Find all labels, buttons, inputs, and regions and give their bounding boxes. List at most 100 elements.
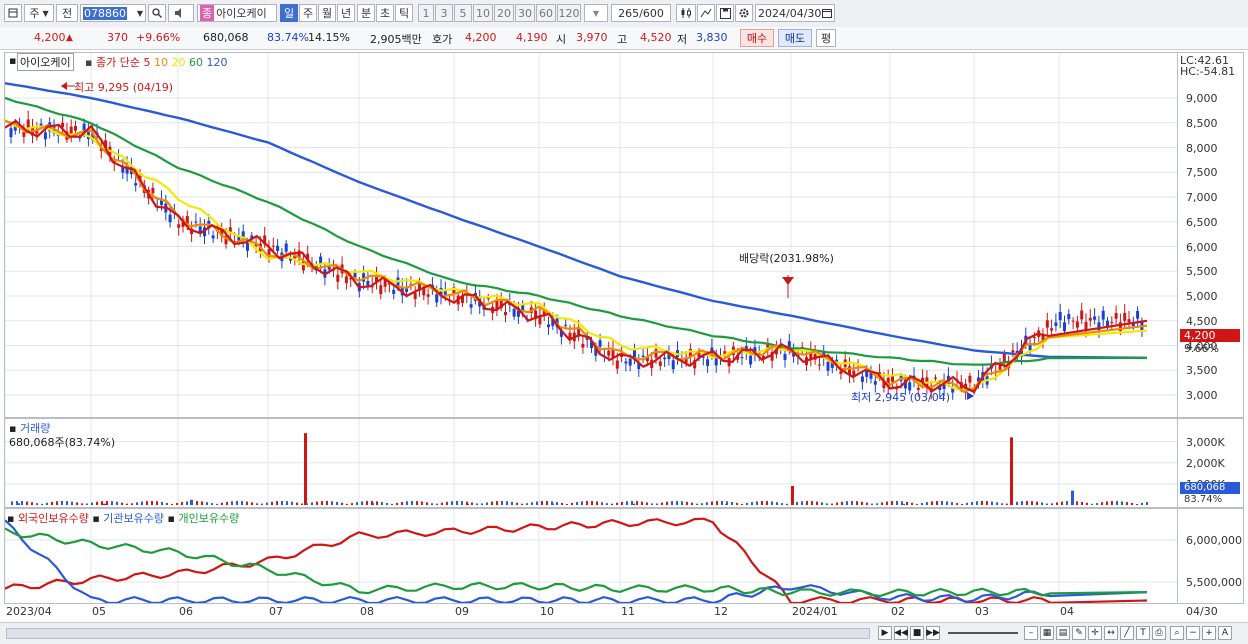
volume-bar-small [246, 501, 248, 505]
interval-30[interactable]: 30 [515, 4, 535, 22]
interval-3[interactable]: 3 [435, 4, 453, 22]
interval-10[interactable]: 10 [473, 4, 493, 22]
volume-chart-panel[interactable]: ▪ 거래량 680,068주(83.74%) [4, 418, 1178, 508]
volume-bar-small [71, 501, 73, 505]
tab-month[interactable]: 월 [318, 4, 336, 22]
zoom-slider[interactable] [948, 632, 1018, 634]
volume-bar-small [1116, 501, 1118, 505]
foreign-menu-icon[interactable]: ▪ [7, 512, 14, 525]
volume-bar-small [866, 502, 868, 505]
buy-button[interactable]: 매수 [740, 29, 774, 47]
volume-bar-small [76, 502, 78, 505]
candle-body [1067, 313, 1071, 320]
volume-bar-small [46, 502, 48, 505]
volume-bar-small [91, 502, 93, 505]
text-icon[interactable]: T [1136, 626, 1150, 640]
price-axis[interactable]: LC:42.61 HC:-54.81 9,000 8,500 8,000 7,500 7… [1178, 52, 1244, 418]
tab-minute[interactable]: 분 [357, 4, 375, 22]
volume-bar-small [626, 501, 628, 505]
save-icon[interactable] [716, 4, 734, 22]
x-label: 08 [360, 605, 374, 618]
eval-button[interactable]: 평 [816, 29, 836, 47]
zoom-out-icon[interactable]: − [1186, 626, 1200, 640]
candle-body [1093, 316, 1097, 320]
period-dropdown[interactable]: 주 ▼ [24, 4, 54, 22]
volume-bar-small [16, 501, 18, 505]
candle-body [749, 355, 753, 365]
volume-pct-tag: 83.74% [1184, 494, 1223, 505]
foreign-holding-label: 외국인보유수량 [17, 512, 89, 525]
volume-bar-small [941, 501, 943, 505]
scroll-track[interactable] [6, 628, 870, 639]
stock-name-box[interactable]: 종 아이오케이 [197, 4, 277, 22]
interval-120[interactable]: 120 [557, 4, 581, 22]
volume-bar-small [891, 501, 893, 505]
price-y-tick: 7,500 [1186, 166, 1218, 180]
low-label: 저 [677, 33, 688, 46]
tab-second[interactable]: 초 [376, 4, 394, 22]
window-icon[interactable] [4, 4, 22, 22]
volume-bar-small [1081, 501, 1083, 505]
speaker-icon[interactable] [168, 4, 194, 22]
candle-body [276, 245, 280, 252]
interval-5[interactable]: 5 [454, 4, 472, 22]
font-size-icon[interactable]: A [1218, 626, 1232, 640]
volume-bar-small [886, 501, 888, 505]
prev-button[interactable]: 전 [56, 4, 78, 22]
inst-menu-icon[interactable]: ▪ [92, 512, 99, 525]
custom-interval-dropdown[interactable]: ▼ [584, 4, 608, 22]
volume-bar-small [721, 501, 723, 505]
volume-bar-small [506, 501, 508, 505]
volume-bar-small [451, 501, 453, 505]
minus-icon[interactable]: – [1024, 626, 1038, 640]
volume-bar-small [66, 501, 68, 505]
grid-icon[interactable]: ▦ [1040, 626, 1054, 640]
interval-1[interactable]: 1 [418, 4, 434, 22]
layout-icon[interactable]: ▤ [1056, 626, 1070, 640]
interval-20[interactable]: 20 [494, 4, 514, 22]
stock-code-input[interactable]: 078860 ▼ [80, 4, 146, 22]
tab-year[interactable]: 년 [337, 4, 355, 22]
volume-bar-small [1086, 502, 1088, 505]
stop-icon[interactable]: ■ [910, 626, 924, 640]
draw-icon[interactable]: ╱ [1120, 626, 1134, 640]
indiv-menu-icon[interactable]: ▪ [168, 512, 175, 525]
tab-day[interactable]: 일 [280, 4, 298, 22]
volume-axis[interactable]: 3,000K2,000K1,000K 680,068 83.74% [1178, 418, 1244, 508]
search-icon[interactable] [148, 4, 166, 22]
price-chart-panel[interactable]: ▪ 아이오케이 ▪ 종가 단순 5 10 20 60 120 최고 9,295 … [4, 52, 1178, 418]
count-input[interactable]: 265/600 [611, 4, 671, 22]
measure-icon[interactable]: ↔ [1104, 626, 1118, 640]
bottom-scrollbar[interactable]: ▶ ◀◀ ■ ▶▶ – ▦ ▤ ✎ ✛ ↔ ╱ T ⎙ ⌕ − + A [0, 622, 1248, 644]
zoom-icon[interactable]: ⌕ [1170, 626, 1184, 640]
x-label: 02 [891, 605, 905, 618]
date-picker[interactable]: 2024/04/30 [755, 4, 835, 22]
gear-icon[interactable] [735, 4, 753, 22]
tab-tick[interactable]: 틱 [395, 4, 413, 22]
print-icon[interactable]: ⎙ [1152, 626, 1166, 640]
holding-chart-panel[interactable]: ▪ 외국인보유수량 ▪ 기관보유수량 ▪ 개인보유수량 [4, 508, 1178, 604]
ask-label: 호가 [432, 33, 453, 46]
sell-button[interactable]: 매도 [778, 29, 812, 47]
candle-type-icon[interactable] [676, 4, 696, 22]
x-label: 03 [975, 605, 989, 618]
panel-menu-icon[interactable]: ▪ [9, 54, 16, 67]
volume-bar-small [416, 501, 418, 505]
volume-bar-small [381, 502, 383, 505]
ma-menu-icon[interactable]: ▪ [85, 56, 92, 69]
scroll-right-icon[interactable]: ▶ [878, 626, 892, 640]
zoom-in-icon[interactable]: + [1202, 626, 1216, 640]
candle-body [168, 214, 172, 223]
volume-bar-small [81, 503, 83, 505]
volume-bar-small [521, 503, 523, 505]
crosshair-icon[interactable]: ✛ [1088, 626, 1102, 640]
trendline-icon[interactable] [697, 4, 715, 22]
price-y-tick: 3,500 [1186, 364, 1218, 378]
dividend-note: 배당락(2031.98%) [739, 252, 834, 265]
interval-60[interactable]: 60 [536, 4, 556, 22]
tools-icon[interactable]: ✎ [1072, 626, 1086, 640]
tab-week[interactable]: 주 [299, 4, 317, 22]
holding-axis[interactable]: 6,000,000 5,500,000 [1178, 508, 1244, 604]
fast-forward-icon[interactable]: ▶▶ [926, 626, 940, 640]
rewind-icon[interactable]: ◀◀ [894, 626, 908, 640]
